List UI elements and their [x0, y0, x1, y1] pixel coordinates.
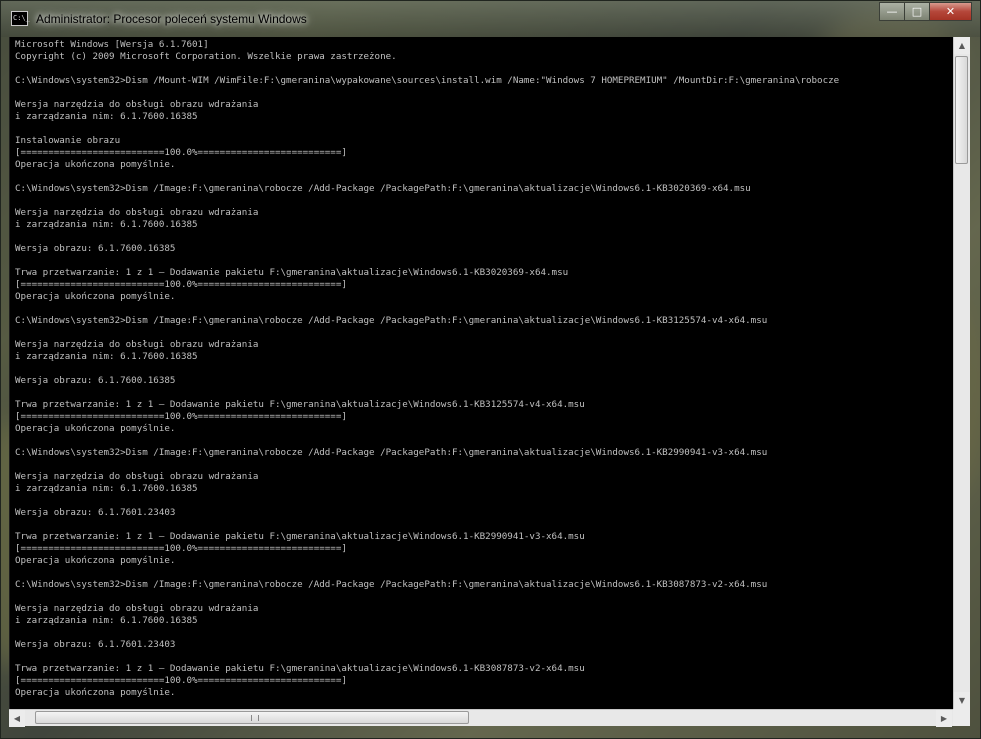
vertical-scroll-thumb[interactable] — [955, 56, 968, 164]
console-line: Wersja obrazu: 6.1.7601.23403 — [15, 639, 176, 650]
console-line: i zarządzania nim: 6.1.7600.16385 — [15, 615, 198, 626]
console-line: Operacja ukończona pomyślnie. — [15, 159, 176, 170]
console-line: C:\Windows\system32>Dism /Mount-WIM /Wim… — [15, 75, 840, 86]
console-line: Wersja narzędzia do obsługi obrazu wdraż… — [15, 603, 259, 614]
window-title: Administrator: Procesor poleceń systemu … — [36, 12, 307, 26]
console-line: Wersja narzędzia do obsługi obrazu wdraż… — [15, 207, 259, 218]
console-line: Trwa przetwarzanie: 1 z 1 — Dodawanie pa… — [15, 531, 585, 542]
console-line: Instalowanie obrazu — [15, 135, 121, 146]
console-line: Wersja narzędzia do obsługi obrazu wdraż… — [15, 99, 259, 110]
horizontal-scroll-thumb[interactable] — [35, 711, 469, 724]
resize-corner[interactable] — [953, 709, 970, 726]
title-bar[interactable]: C:\_ Administrator: Procesor poleceń sys… — [1, 1, 980, 37]
maximize-icon: □ — [911, 5, 923, 18]
console-line: Copyright (c) 2009 Microsoft Corporation… — [15, 51, 397, 62]
minimize-icon: — — [886, 5, 898, 18]
console-line: Wersja obrazu: 6.1.7600.16385 — [15, 375, 176, 386]
console-line: i zarządzania nim: 6.1.7600.16385 — [15, 351, 198, 362]
console-line: C:\Windows\system32>Dism /Image:F:\gmera… — [15, 579, 768, 590]
console-line: C:\Windows\system32>Dism /Image:F:\gmera… — [15, 183, 751, 194]
scroll-grip-icon — [251, 715, 259, 721]
console-line: i zarządzania nim: 6.1.7600.16385 — [15, 219, 198, 230]
vertical-scrollbar[interactable]: ▲ ▼ — [953, 37, 970, 709]
console-line: Wersja narzędzia do obsługi obrazu wdraż… — [15, 339, 259, 350]
console-line: [==========================100.0%=======… — [15, 675, 347, 686]
close-icon: ✕ — [945, 5, 956, 18]
console-line: Trwa przetwarzanie: 1 z 1 — Dodawanie pa… — [15, 399, 585, 410]
maximize-button[interactable]: □ — [904, 2, 930, 21]
minimize-button[interactable]: — — [879, 2, 905, 21]
console-line: [==========================100.0%=======… — [15, 147, 347, 158]
console-line: i zarządzania nim: 6.1.7600.16385 — [15, 111, 198, 122]
console-line: Operacja ukończona pomyślnie. — [15, 291, 176, 302]
scroll-right-arrow-icon[interactable]: ▶ — [936, 710, 952, 727]
scroll-down-arrow-icon[interactable]: ▼ — [954, 692, 970, 709]
console-line: Wersja narzędzia do obsługi obrazu wdraż… — [15, 471, 259, 482]
cmd-app-icon[interactable]: C:\_ — [11, 11, 30, 26]
console-line: Operacja ukończona pomyślnie. — [15, 423, 176, 434]
console-line: i zarządzania nim: 6.1.7600.16385 — [15, 483, 198, 494]
console-output[interactable]: Microsoft Windows [Wersja 6.1.7601] Copy… — [9, 37, 954, 709]
scroll-up-arrow-icon[interactable]: ▲ — [954, 37, 970, 54]
caption-buttons: — □ ✕ — [879, 2, 972, 22]
console-line: [==========================100.0%=======… — [15, 279, 347, 290]
console-line: C:\Windows\system32>Dism /Image:F:\gmera… — [15, 315, 768, 326]
console-line: [==========================100.0%=======… — [15, 411, 347, 422]
horizontal-scrollbar[interactable]: ◀ ▶ — [9, 709, 953, 727]
scroll-left-arrow-icon[interactable]: ◀ — [9, 710, 25, 727]
console-line: Wersja obrazu: 6.1.7601.23403 — [15, 507, 176, 518]
console-line: Wersja obrazu: 6.1.7600.16385 — [15, 243, 176, 254]
console-line: C:\Windows\system32>Dism /Image:F:\gmera… — [15, 447, 768, 458]
console-line: Operacja ukończona pomyślnie. — [15, 687, 176, 698]
console-line: Trwa przetwarzanie: 1 z 1 — Dodawanie pa… — [15, 663, 585, 674]
console-line: Operacja ukończona pomyślnie. — [15, 555, 176, 566]
console-line: [==========================100.0%=======… — [15, 543, 347, 554]
cmd-window[interactable]: C:\_ Administrator: Procesor poleceń sys… — [0, 0, 981, 739]
close-button[interactable]: ✕ — [929, 2, 972, 21]
console-text: Microsoft Windows [Wersja 6.1.7601] Copy… — [10, 37, 954, 699]
console-line: Trwa przetwarzanie: 1 z 1 — Dodawanie pa… — [15, 267, 569, 278]
console-line: Microsoft Windows [Wersja 6.1.7601] — [15, 39, 209, 50]
